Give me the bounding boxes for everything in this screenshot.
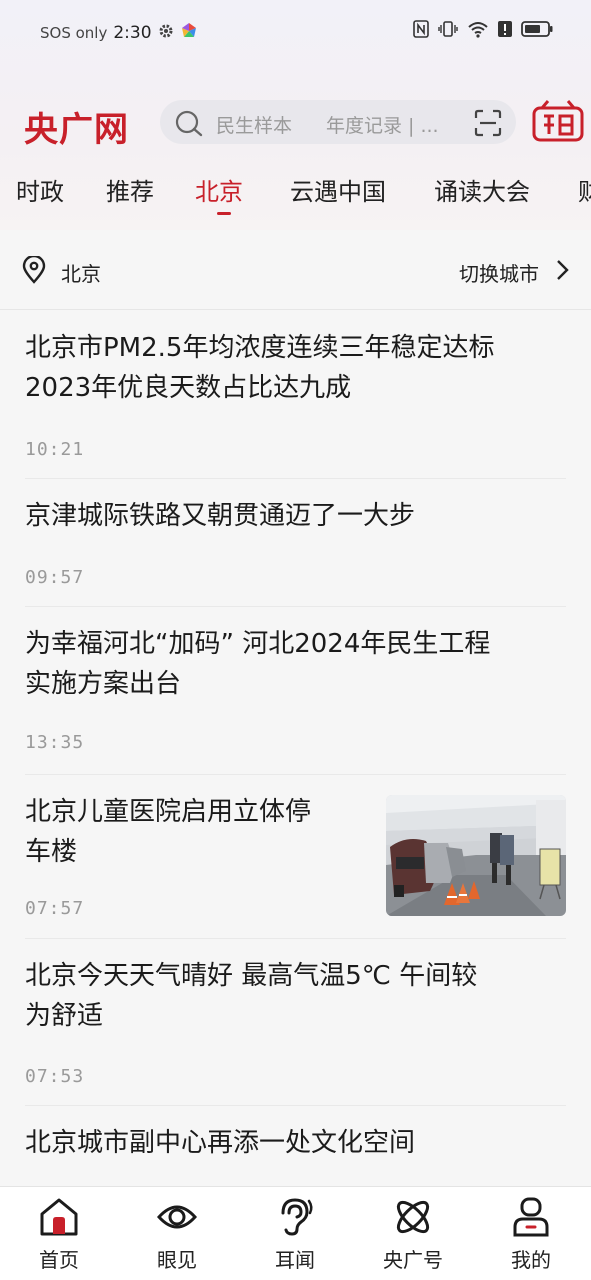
news-title-line: 北京市PM2.5年均浓度连续三年稳定达标	[25, 333, 495, 363]
news-title-line: 北京儿童医院启用立体停	[25, 797, 312, 827]
app-header: 央广网 民生样本 年度记录 | ...	[0, 100, 591, 150]
battery-icon	[521, 20, 553, 42]
app-colorful-icon	[180, 22, 198, 44]
location-pin-icon	[22, 254, 46, 288]
search-placeholder-2: 年度记录 | ...	[326, 115, 439, 137]
news-thumbnail-image[interactable]	[386, 795, 566, 916]
search-bar[interactable]: 民生样本 年度记录 | ...	[160, 100, 516, 144]
news-item[interactable]: 北京市PM2.5年均浓度连续三年稳定达标 2023年优良天数占比达九成 10:2…	[25, 311, 566, 479]
wifi-icon	[467, 20, 489, 42]
news-title-line: 车楼	[25, 837, 78, 867]
nav-label: 央广号	[383, 1248, 443, 1272]
nav-eye[interactable]: 眼见	[118, 1187, 236, 1280]
scan-icon[interactable]	[474, 109, 502, 141]
chevron-right-icon[interactable]	[555, 259, 569, 285]
active-tab-indicator	[217, 212, 231, 215]
app-logo[interactable]: 央广网	[24, 102, 129, 151]
search-placeholder-1: 民生样本	[216, 115, 293, 137]
sos-text: SOS only	[40, 24, 108, 42]
location-bar: 北京 切换城市	[0, 230, 591, 310]
news-item[interactable]: 京津城际铁路又朝贯通迈了一大步 09:57	[25, 479, 566, 607]
home-icon	[39, 1197, 79, 1237]
tab-finance[interactable]: 财	[578, 172, 591, 207]
news-title-line: 实施方案出台	[25, 669, 182, 699]
nav-label: 首页	[39, 1248, 79, 1272]
news-time: 10:21	[25, 439, 85, 460]
nav-label: 耳闻	[275, 1248, 315, 1272]
eye-icon	[156, 1197, 198, 1237]
tab-yunyu-china[interactable]: 云遇中国	[290, 172, 386, 207]
tab-recital[interactable]: 诵读大会	[434, 172, 530, 207]
atom-icon	[393, 1197, 433, 1237]
news-item[interactable]: 北京儿童医院启用立体停 车楼 07:57	[25, 775, 566, 939]
activity-badge-icon[interactable]	[532, 100, 584, 148]
nfc-icon	[413, 20, 429, 42]
vibrate-icon	[438, 20, 458, 42]
current-city: 北京	[61, 262, 101, 286]
clock-time: 2:30	[113, 23, 152, 43]
news-title-line: 为舒适	[25, 1001, 104, 1031]
bottom-navigation: 首页 眼见 耳闻 央广号 我的	[0, 1186, 591, 1280]
news-item[interactable]: 北京城市副中心再添一处文化空间	[25, 1106, 566, 1186]
tab-beijing[interactable]: 北京	[195, 172, 243, 207]
news-item[interactable]: 为幸福河北“加码” 河北2024年民生工程 实施方案出台 13:35	[25, 607, 566, 775]
user-icon	[511, 1197, 551, 1237]
news-title-line: 北京城市副中心再添一处文化空间	[25, 1128, 416, 1158]
news-title-line: 北京今天天气晴好 最高气温5℃ 午间较	[25, 961, 478, 991]
nav-ear[interactable]: 耳闻	[236, 1187, 354, 1280]
news-title-line: 为幸福河北“加码” 河北2024年民生工程	[25, 629, 491, 659]
news-title-line: 2023年优良天数占比达九成	[25, 373, 352, 403]
news-time: 13:35	[25, 732, 85, 753]
news-item[interactable]: 北京今天天气晴好 最高气温5℃ 午间较 为舒适 07:53	[25, 939, 566, 1106]
status-left: SOS only 2:30	[40, 22, 198, 44]
channel-tabs: 时政 推荐 北京 云遇中国 诵读大会 财	[0, 172, 591, 216]
nav-yangguanghao[interactable]: 央广号	[354, 1187, 472, 1280]
tab-recommend[interactable]: 推荐	[106, 172, 154, 207]
news-time: 09:57	[25, 567, 85, 588]
status-bar: SOS only 2:30	[0, 18, 591, 48]
tab-shizheng[interactable]: 时政	[16, 172, 64, 207]
news-time: 07:57	[25, 898, 85, 919]
nav-label: 眼见	[157, 1248, 197, 1272]
switch-city-link[interactable]: 切换城市	[459, 258, 539, 287]
news-time: 07:53	[25, 1066, 85, 1087]
ear-icon	[275, 1197, 315, 1237]
news-title-line: 京津城际铁路又朝贯通迈了一大步	[25, 501, 416, 531]
nav-home[interactable]: 首页	[0, 1187, 118, 1280]
settings-gear-icon	[158, 23, 174, 43]
alert-icon	[498, 20, 512, 42]
nav-mine[interactable]: 我的	[472, 1187, 590, 1280]
status-right	[413, 20, 553, 42]
nav-label: 我的	[511, 1248, 551, 1272]
search-icon	[174, 109, 204, 141]
